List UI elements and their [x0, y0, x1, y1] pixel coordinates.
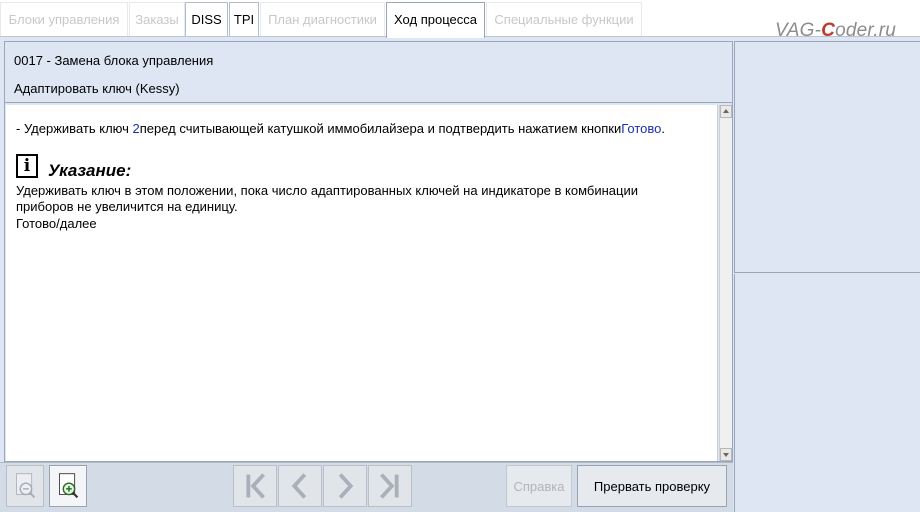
- vertical-scrollbar[interactable]: [719, 105, 732, 461]
- tab-special-functions: Специальные функции: [486, 2, 642, 36]
- tab-label: TPI: [233, 12, 255, 27]
- main-panel: 0017 - Замена блока управления Адаптиров…: [4, 41, 733, 462]
- done-reference: Готово: [621, 121, 662, 136]
- next-step-text: Готово/далее: [16, 216, 97, 231]
- tab-tpi[interactable]: TPI: [229, 2, 259, 36]
- procedure-step: Адаптировать ключ (Kessy): [14, 81, 180, 96]
- tab-label: Блоки управления: [8, 12, 120, 27]
- note-text: Удерживать ключ в этом положении, пока ч…: [16, 183, 638, 214]
- info-icon: i: [16, 154, 38, 178]
- help-button: Справка: [506, 465, 572, 507]
- instruction-text: - Удерживать ключ 2перед считывающей кат…: [16, 121, 666, 136]
- right-panel-top: [734, 41, 920, 273]
- tab-label: Заказы: [135, 12, 179, 27]
- tab-label: Ход процесса: [394, 12, 477, 27]
- zoom-out-button: [6, 465, 44, 507]
- previous-button: [278, 465, 322, 507]
- zoom-in-icon: [59, 473, 79, 499]
- watermark: VAG-Coder.ru: [774, 20, 896, 41]
- note-title: Указание:: [48, 161, 132, 180]
- abort-check-button[interactable]: Прервать проверку: [577, 465, 727, 507]
- last-button: [368, 465, 412, 507]
- next-icon: [338, 473, 354, 499]
- tab-label: DISS: [191, 12, 222, 27]
- previous-icon: [291, 473, 307, 499]
- tab-diss[interactable]: DISS: [185, 2, 228, 36]
- procedure-header: 0017 - Замена блока управления Адаптиров…: [5, 42, 732, 103]
- last-icon: [380, 473, 399, 499]
- first-button: [233, 465, 277, 507]
- tab-label: Специальные функции: [494, 12, 634, 27]
- tab-orders: Заказы: [129, 2, 185, 36]
- tab-control-units: Блоки управления: [0, 2, 128, 36]
- procedure-title: 0017 - Замена блока управления: [14, 53, 214, 68]
- bottom-toolbar: Справка Прервать проверку: [0, 462, 733, 512]
- right-panel-bottom: [734, 274, 920, 512]
- instruction-area: - Удерживать ключ 2перед считывающей кат…: [6, 105, 718, 461]
- scroll-down-icon[interactable]: [720, 448, 732, 461]
- zoom-in-button[interactable]: [49, 465, 87, 507]
- tab-bar: Блоки управления Заказы DISS TPI План ди…: [0, 0, 920, 41]
- scroll-up-icon[interactable]: [720, 105, 732, 118]
- zoom-out-icon: [15, 473, 36, 499]
- tab-label: План диагностики: [268, 12, 377, 27]
- first-icon: [246, 473, 265, 499]
- tab-diagnostic-plan: План диагностики: [260, 2, 385, 36]
- tab-process-progress[interactable]: Ход процесса: [386, 2, 485, 38]
- next-button: [323, 465, 367, 507]
- key-number: 2: [132, 121, 140, 136]
